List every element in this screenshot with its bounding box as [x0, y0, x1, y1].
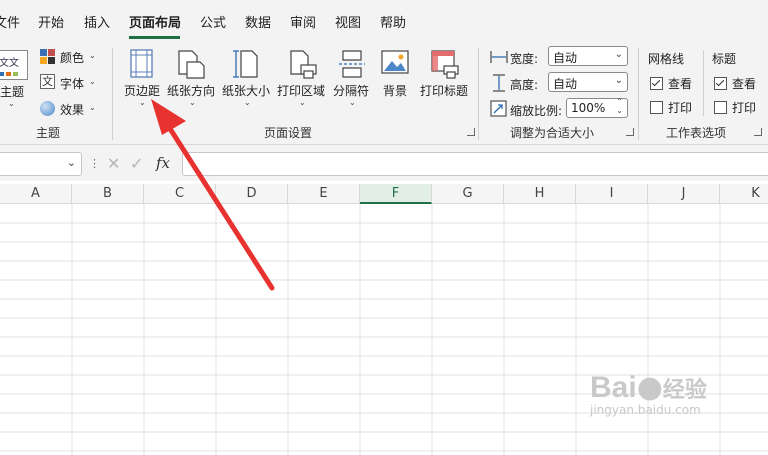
- watermark-brand: Bai: [590, 371, 637, 404]
- watermark-url: jingyan.baidu.com: [590, 403, 701, 417]
- watermark-suffix: 经验: [662, 378, 707, 403]
- baidu-jingyan-watermark: Bai●经验 jingyan.baidu.com: [590, 370, 707, 417]
- paw-icon: ●: [636, 370, 663, 405]
